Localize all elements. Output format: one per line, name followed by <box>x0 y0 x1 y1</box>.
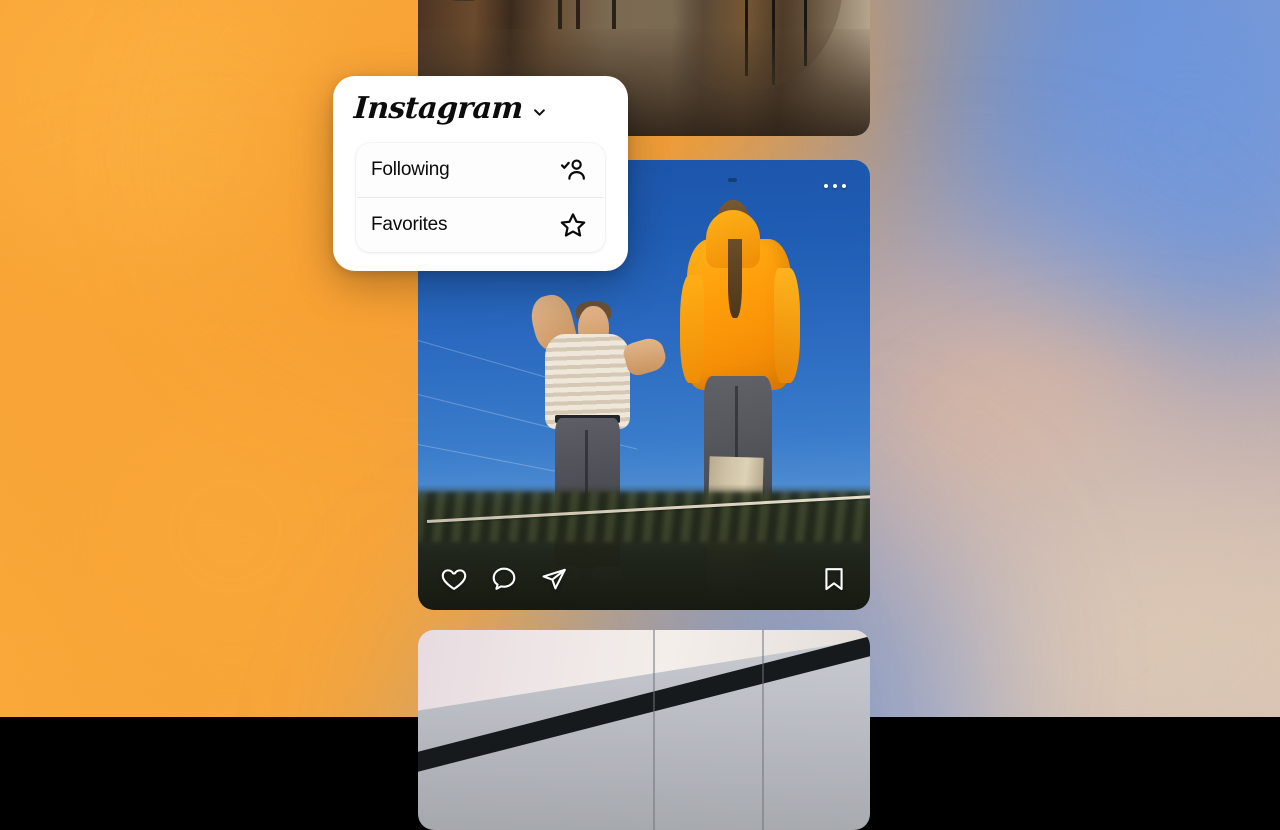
menu-item-following[interactable]: Following <box>356 143 605 197</box>
interior-chair-leg <box>558 0 562 29</box>
sky-drone <box>728 178 737 182</box>
chevron-down-icon <box>532 105 547 120</box>
instagram-feed-switcher-popover: Instagram Following Favorites <box>333 76 628 271</box>
wall-seam <box>762 630 764 830</box>
more-options-icon[interactable] <box>818 178 852 194</box>
interior-chair-leg <box>612 0 616 29</box>
post-action-bar <box>418 548 870 610</box>
dot <box>842 184 846 188</box>
post-image-concrete-wall <box>418 630 870 830</box>
paper-plane-icon[interactable] <box>540 565 568 593</box>
dot <box>824 184 828 188</box>
comment-bubble-icon[interactable] <box>490 565 518 593</box>
instagram-brand-dropdown-trigger[interactable]: Instagram <box>333 76 628 124</box>
instagram-wordmark: Instagram <box>353 94 524 124</box>
menu-item-label: Favorites <box>371 214 447 236</box>
star-outline-icon <box>559 211 587 239</box>
person-arm-extended <box>621 335 669 378</box>
interior-vase <box>432 0 495 1</box>
feed-switcher-menu: Following Favorites <box>356 143 605 252</box>
interior-chair-leg <box>576 0 580 29</box>
wall-seam <box>653 630 655 830</box>
heart-icon[interactable] <box>440 565 468 593</box>
person-check-icon <box>559 156 587 184</box>
pale-sky <box>418 630 870 742</box>
dot <box>833 184 837 188</box>
bookmark-icon[interactable] <box>820 565 848 593</box>
feed-post-concrete-wall[interactable] <box>418 630 870 830</box>
menu-item-label: Following <box>371 159 449 181</box>
menu-item-favorites[interactable]: Favorites <box>356 198 605 252</box>
hoodie-sleeve-left <box>680 275 704 383</box>
hoodie-sleeve-right <box>774 268 800 383</box>
person-hair-strand <box>728 239 742 318</box>
